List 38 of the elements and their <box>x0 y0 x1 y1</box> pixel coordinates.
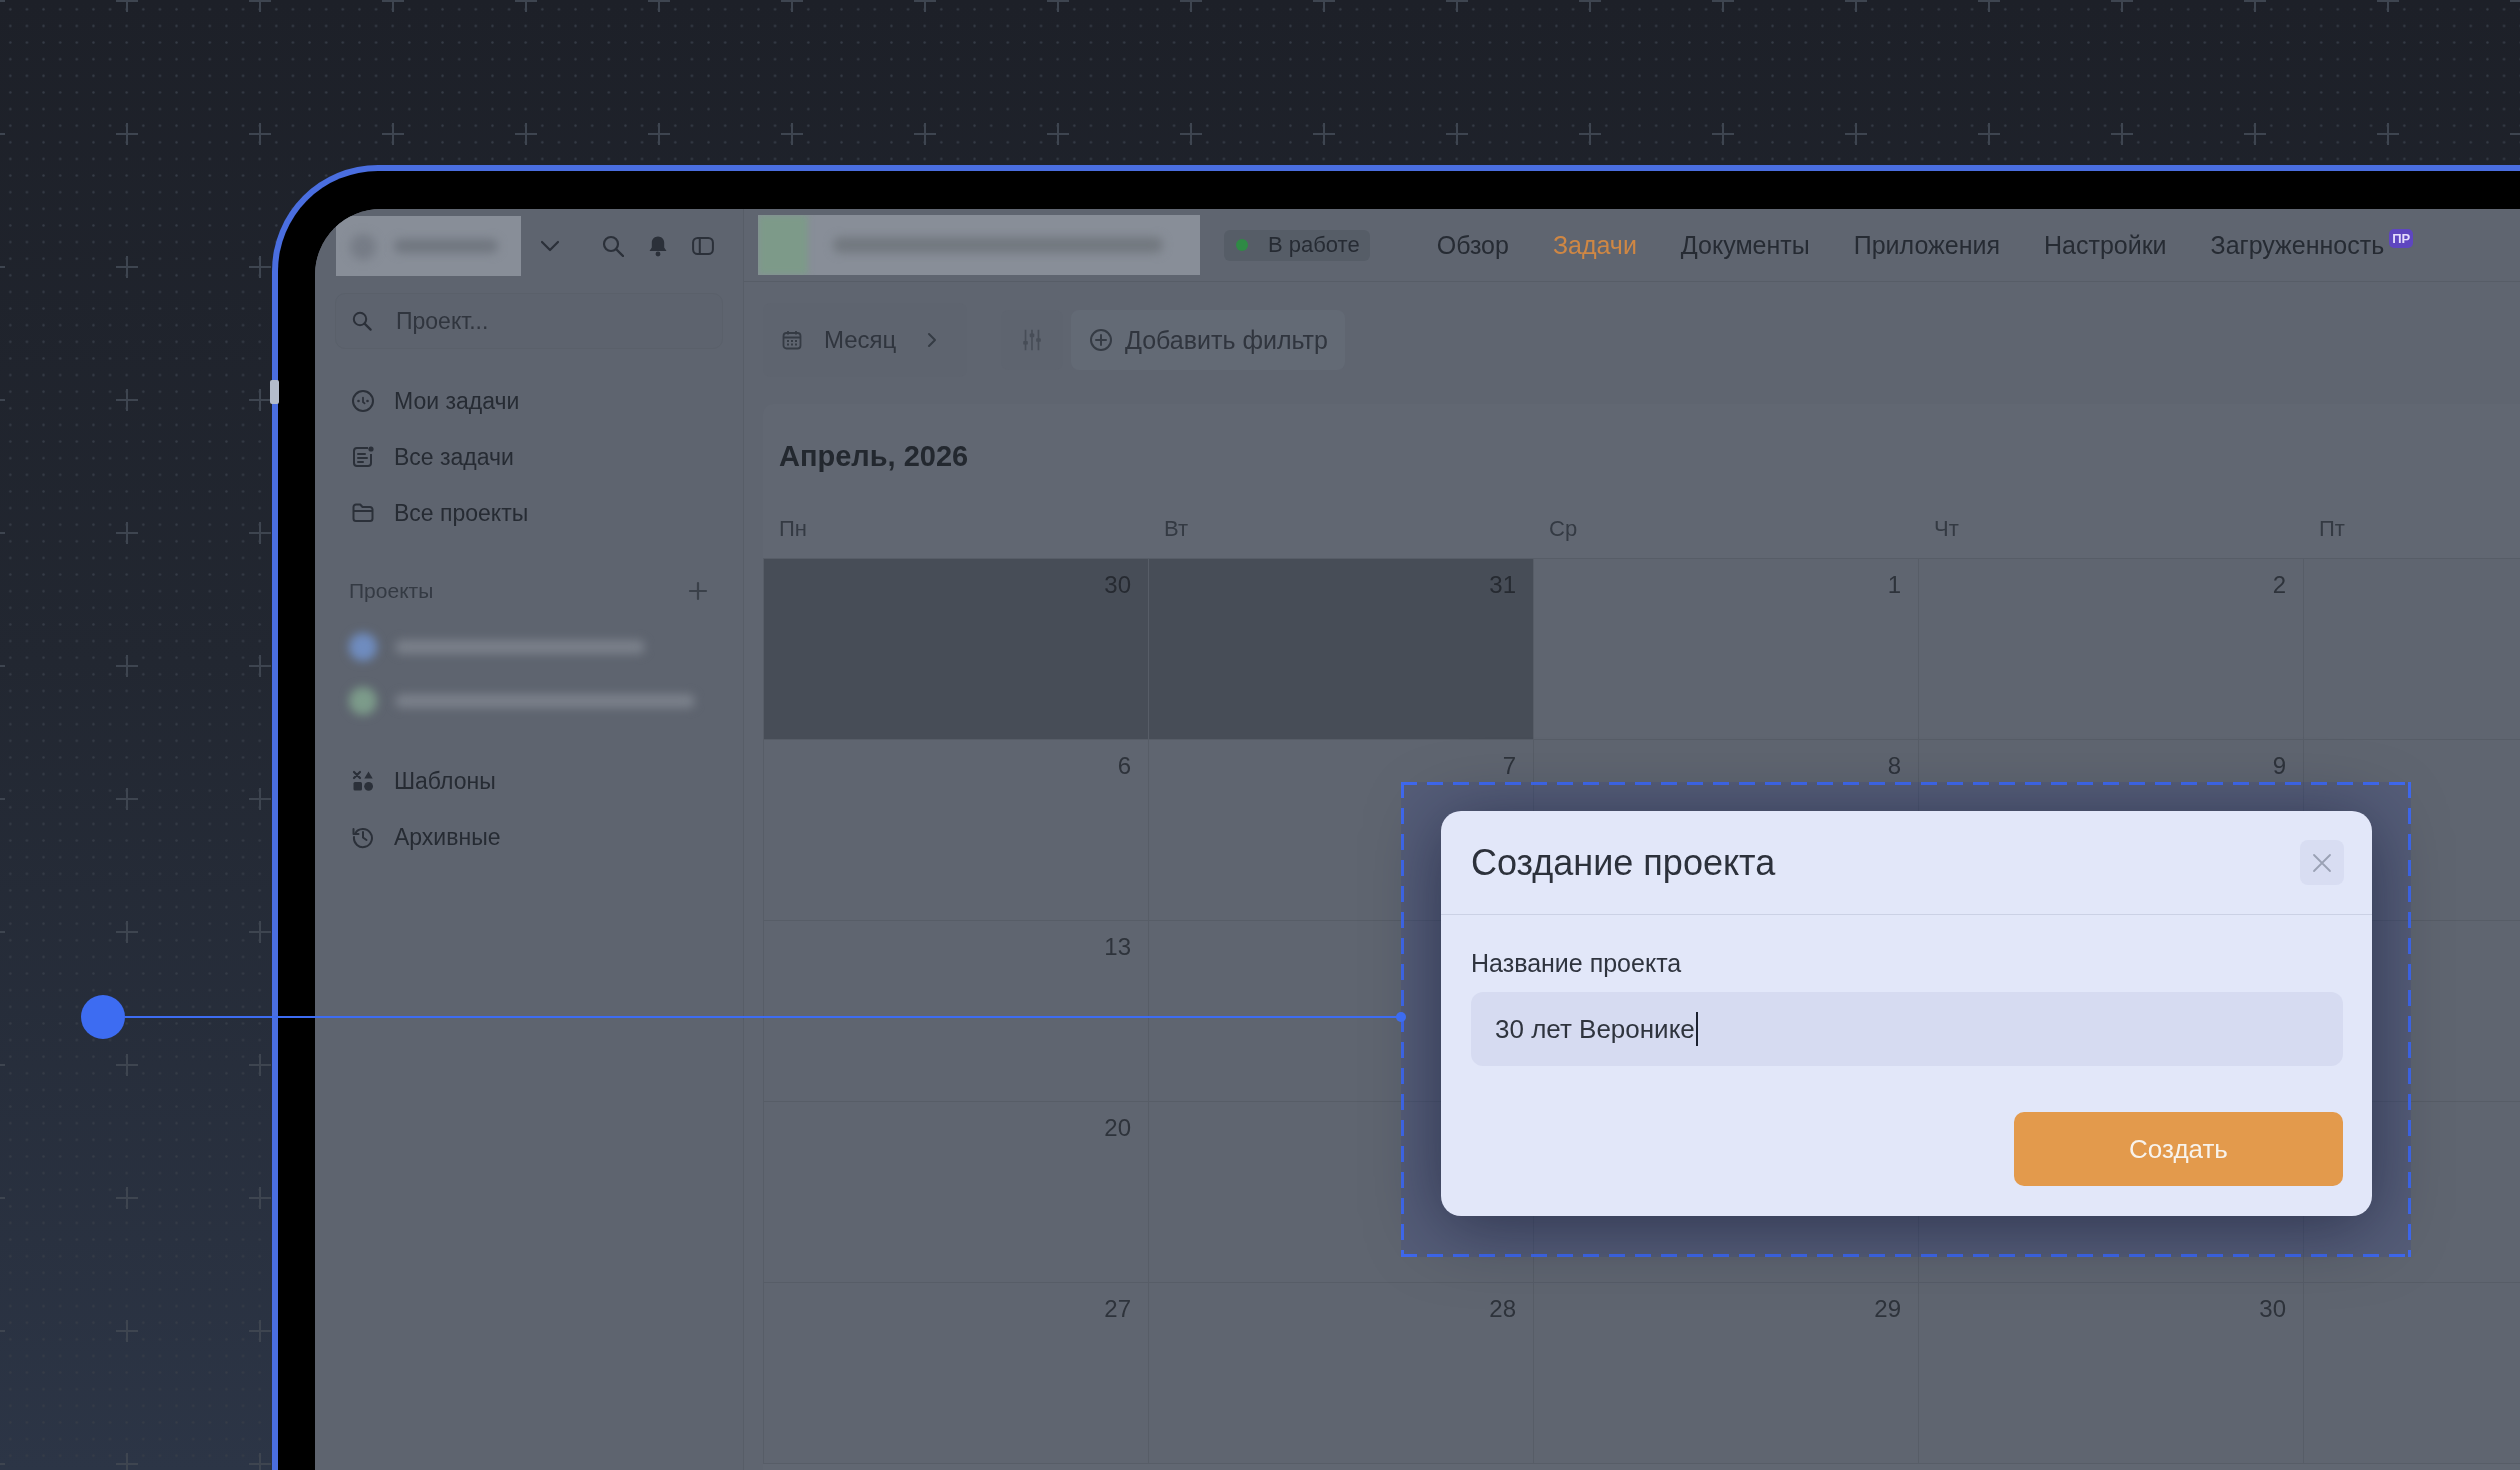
month-title: Апрель, 2026 <box>778 439 970 473</box>
nav-item[interactable]: Все задачи <box>335 429 723 485</box>
nav-item[interactable]: Мои задачи <box>335 373 723 429</box>
folder-icon <box>351 501 375 525</box>
add-filter-button[interactable]: Добавить фильтр <box>1071 310 1345 370</box>
field-label: Название проекта <box>1471 948 1683 978</box>
create-button[interactable]: Создать <box>2014 1112 2343 1186</box>
close-icon <box>2312 852 2332 873</box>
chevron-right-icon <box>927 332 938 348</box>
status-dot-icon <box>1236 239 1248 251</box>
close-button[interactable] <box>2300 840 2344 885</box>
sidebar-toggle-icon[interactable] <box>692 235 714 257</box>
search-icon[interactable] <box>602 235 624 257</box>
text-cursor-icon <box>1695 1012 1698 1046</box>
nav-tab[interactable]: Загруженность ПР <box>2210 230 2414 260</box>
shapes-icon <box>351 769 375 793</box>
chevron-down-icon[interactable] <box>540 240 560 252</box>
nav-tab[interactable]: Документы <box>1680 230 1810 260</box>
project-name-input[interactable]: 30 лет Веронике <box>1471 992 2343 1066</box>
nav-item[interactable]: Архивные <box>335 809 723 865</box>
search-icon <box>352 311 372 331</box>
nav-tab[interactable]: Приложения <box>1853 230 2000 260</box>
plan-badge: ПР <box>2389 228 2414 248</box>
nav-tab[interactable]: Обзор <box>1436 230 1509 260</box>
nav-item[interactable]: Все проекты <box>335 485 723 541</box>
sliders-icon <box>1020 328 1044 352</box>
history-icon <box>351 825 375 849</box>
bell-icon[interactable] <box>647 235 669 257</box>
nav-tab[interactable]: Задачи <box>1552 230 1637 260</box>
dialog-title: Создание проекта <box>1471 841 1776 884</box>
plus-circle-icon <box>1089 328 1113 352</box>
plus-icon[interactable] <box>688 581 708 601</box>
document-list-icon <box>351 445 375 469</box>
calendar-icon <box>782 330 802 350</box>
nav-tab[interactable]: Настройки <box>2044 230 2167 260</box>
nav-item[interactable]: Шаблоны <box>335 753 723 809</box>
dotted-circle-icon <box>351 389 375 413</box>
frame-edge-highlight <box>270 380 279 404</box>
